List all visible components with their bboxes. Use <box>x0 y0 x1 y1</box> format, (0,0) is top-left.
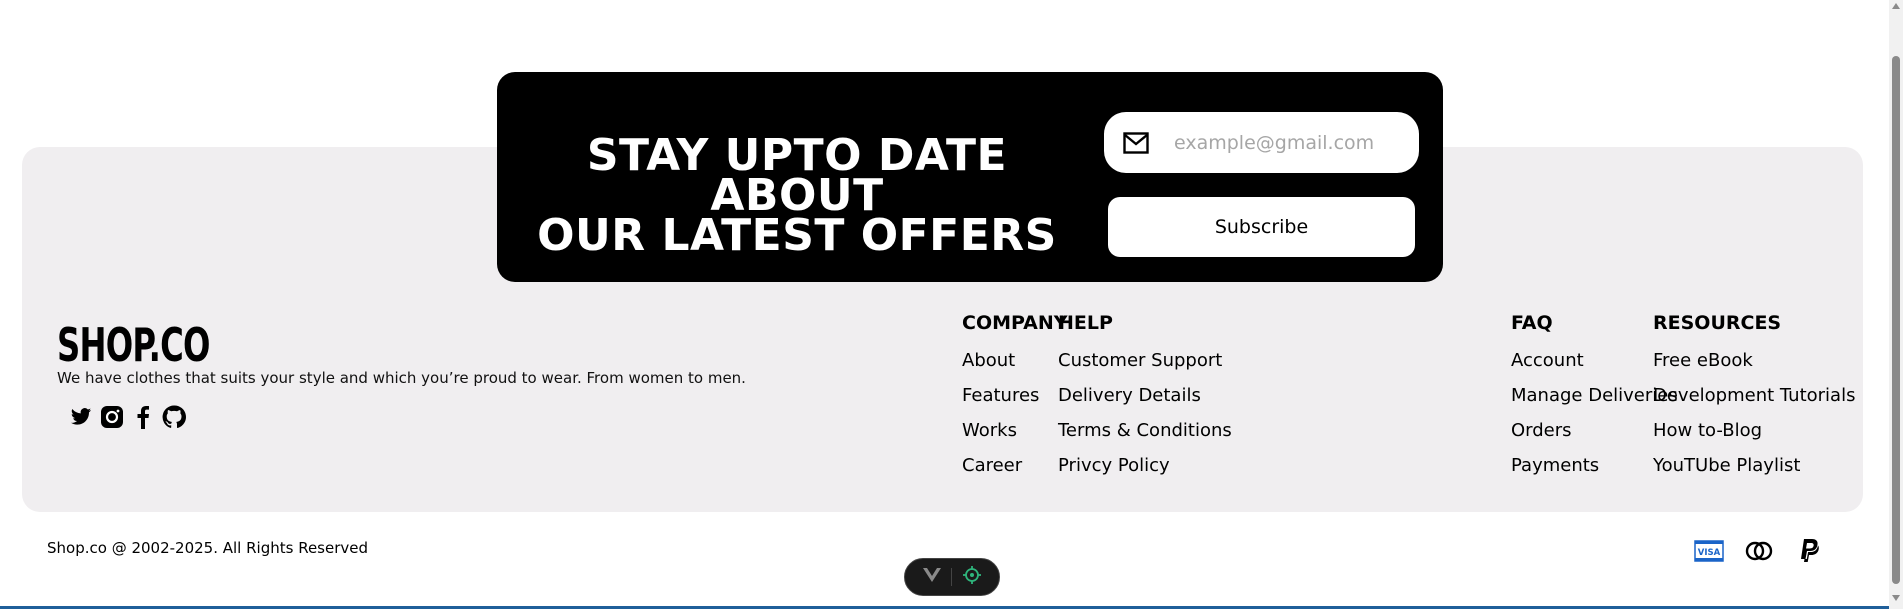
mail-icon <box>1122 131 1150 155</box>
copyright-text: Shop.co @ 2002-2025. All Rights Reserved <box>47 539 369 557</box>
help-link-privacy[interactable]: Privcy Policy <box>1058 454 1232 489</box>
visa-text: VISA <box>1698 548 1721 558</box>
vue-logo-icon[interactable] <box>922 567 942 587</box>
help-link-delivery-details[interactable]: Delivery Details <box>1058 384 1232 419</box>
resources-link-how-to-blog[interactable]: How to-Blog <box>1653 419 1855 454</box>
resources-link-youtube-playlist[interactable]: YouTUbe Playlist <box>1653 454 1855 489</box>
company-link-features[interactable]: Features <box>962 384 1039 419</box>
crosshair-icon[interactable] <box>962 565 982 589</box>
help-link-terms[interactable]: Terms & Conditions <box>1058 419 1232 454</box>
facebook-icon[interactable] <box>131 405 155 429</box>
paypal-icon <box>1793 537 1825 565</box>
email-field[interactable] <box>1104 112 1419 173</box>
brand-tagline: We have clothes that suits your style an… <box>57 369 746 387</box>
vertical-scrollbar[interactable] <box>1889 0 1903 609</box>
mastercard-icon <box>1743 537 1775 565</box>
payment-methods: VISA <box>1693 537 1825 565</box>
company-heading: COMPANY <box>962 312 1068 334</box>
scroll-down-arrow-icon[interactable] <box>1892 595 1900 601</box>
instagram-icon[interactable] <box>100 405 124 429</box>
company-link-about[interactable]: About <box>962 349 1039 384</box>
company-link-works[interactable]: Works <box>962 419 1039 454</box>
scroll-up-arrow-icon[interactable] <box>1892 3 1900 9</box>
newsletter-banner: STAY UPTO DATE ABOUT OUR LATEST OFFERS S… <box>497 72 1443 282</box>
page: STAY UPTO DATE ABOUT OUR LATEST OFFERS S… <box>0 0 1903 609</box>
visa-icon: VISA <box>1693 537 1725 565</box>
resources-link-free-ebook[interactable]: Free eBook <box>1653 349 1855 384</box>
newsletter-title-line2: OUR LATEST OFFERS <box>537 210 1057 261</box>
help-links: Customer Support Delivery Details Terms … <box>1058 349 1232 489</box>
newsletter-title: STAY UPTO DATE ABOUT OUR LATEST OFFERS <box>517 130 1077 261</box>
company-link-career[interactable]: Career <box>962 454 1039 489</box>
help-link-customer-support[interactable]: Customer Support <box>1058 349 1232 384</box>
company-links: About Features Works Career <box>962 349 1039 489</box>
devtools-separator <box>951 568 953 586</box>
subscribe-button[interactable]: Subscribe <box>1108 197 1415 257</box>
newsletter-title-line1: STAY UPTO DATE ABOUT <box>586 130 1008 221</box>
help-heading: HELP <box>1058 312 1113 334</box>
github-icon[interactable] <box>162 405 186 429</box>
social-links <box>69 405 186 429</box>
devtools-toolbar[interactable] <box>904 558 1000 596</box>
resources-link-dev-tutorials[interactable]: Development Tutorials <box>1653 384 1855 419</box>
brand-logo[interactable]: SHOP.CO <box>57 318 210 372</box>
email-input[interactable] <box>1174 131 1404 154</box>
twitter-icon[interactable] <box>69 405 93 429</box>
resources-heading: RESOURCES <box>1653 312 1782 334</box>
scrollbar-thumb[interactable] <box>1892 56 1900 584</box>
faq-heading: FAQ <box>1511 312 1553 334</box>
resources-links: Free eBook Development Tutorials How to-… <box>1653 349 1855 489</box>
